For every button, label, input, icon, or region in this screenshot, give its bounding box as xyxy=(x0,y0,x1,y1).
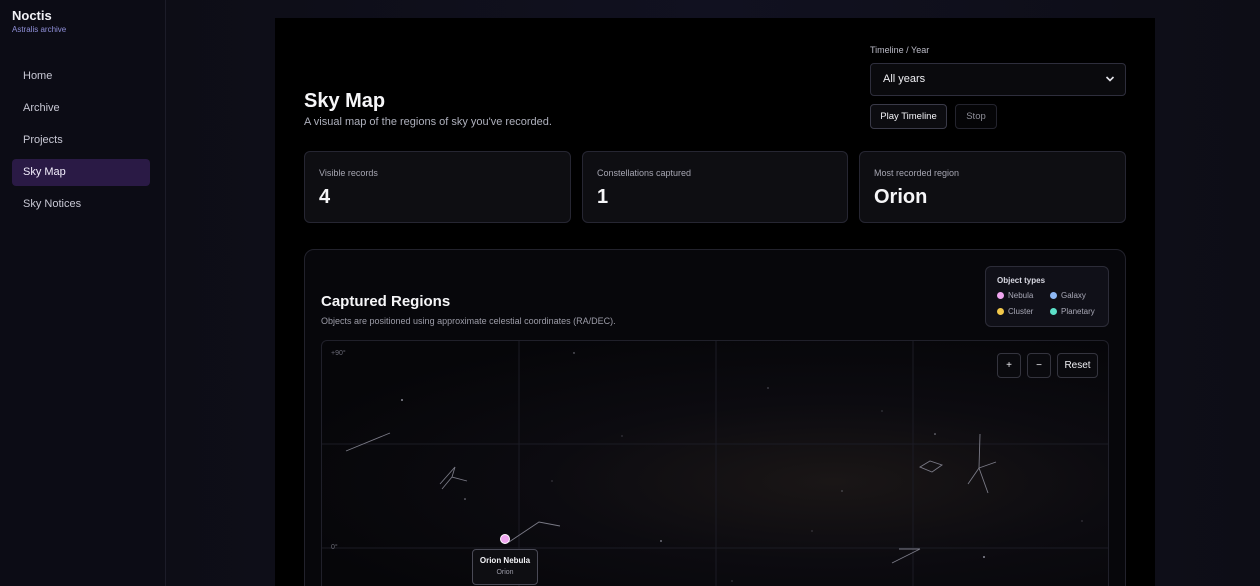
chevron-down-icon xyxy=(1105,64,1115,108)
marker-tooltip: Orion Nebula Orion xyxy=(472,549,538,585)
stat-value: 1 xyxy=(597,186,609,208)
legend-label: Nebula xyxy=(1008,291,1034,300)
legend-label: Galaxy xyxy=(1061,291,1086,300)
reset-view-button[interactable]: Reset xyxy=(1057,353,1098,378)
nav-item-home[interactable]: Home xyxy=(12,63,150,90)
legend-item-planetary: Planetary xyxy=(1050,307,1095,317)
sidebar: Noctis Astralis archive Home Archive Pro… xyxy=(0,0,166,586)
legend-item-galaxy: Galaxy xyxy=(1050,291,1086,301)
play-timeline-button[interactable]: Play Timeline xyxy=(870,104,947,129)
orion-nebula-marker[interactable] xyxy=(500,534,510,544)
stat-card-constellations: Constellations captured 1 xyxy=(582,151,848,223)
sky-map-canvas[interactable]: +90° 0° + − Reset Orion Nebula Orion xyxy=(321,340,1109,586)
nav-item-sky-notices[interactable]: Sky Notices xyxy=(12,191,150,218)
constellation-lines xyxy=(345,432,997,564)
tooltip-region: Orion xyxy=(496,569,514,576)
nav-item-projects[interactable]: Projects xyxy=(12,127,150,154)
cluster-dot-icon xyxy=(997,308,1004,315)
legend-title: Object types xyxy=(997,276,1046,285)
nav-item-archive[interactable]: Archive xyxy=(12,95,150,122)
sky-map-svg xyxy=(322,341,1108,586)
page-subtitle: A visual map of the regions of sky you'v… xyxy=(304,116,552,128)
legend-label: Cluster xyxy=(1008,307,1034,316)
background-stars xyxy=(401,352,1083,582)
legend-item-cluster: Cluster xyxy=(997,307,1033,317)
stat-label: Constellations captured xyxy=(597,168,692,178)
page-title: Sky Map xyxy=(304,90,386,112)
stat-value: Orion xyxy=(874,186,928,208)
zoom-out-button[interactable]: − xyxy=(1027,353,1051,378)
year-select[interactable]: All years xyxy=(870,63,1126,96)
object-types-legend: Object types Nebula Galaxy Cluster Plane… xyxy=(985,266,1109,327)
stat-label: Visible records xyxy=(319,168,378,178)
nebula-dot-icon xyxy=(997,292,1004,299)
nav-item-sky-map[interactable]: Sky Map xyxy=(12,159,150,186)
year-select-value: All years xyxy=(883,73,926,85)
section-subtitle: Objects are positioned using approximate… xyxy=(321,316,616,326)
app-name: Noctis xyxy=(12,8,52,23)
stat-value: 4 xyxy=(319,186,331,208)
axis-label-top: +90° xyxy=(331,350,346,357)
tooltip-object-name: Orion Nebula xyxy=(479,556,531,565)
captured-regions-card: Captured Regions Objects are positioned … xyxy=(304,249,1126,586)
main-content: Sky Map A visual map of the regions of s… xyxy=(275,18,1155,586)
brand: Noctis Astralis archive xyxy=(12,8,66,34)
stop-button[interactable]: Stop xyxy=(955,104,997,129)
galaxy-dot-icon xyxy=(1050,292,1057,299)
zoom-in-button[interactable]: + xyxy=(997,353,1021,378)
stat-card-visible-records: Visible records 4 xyxy=(304,151,571,223)
section-title: Captured Regions xyxy=(321,293,451,310)
timeline-label: Timeline / Year xyxy=(870,45,930,55)
legend-label: Planetary xyxy=(1061,307,1095,316)
stat-card-most-recorded: Most recorded region Orion xyxy=(859,151,1126,223)
legend-item-nebula: Nebula xyxy=(997,291,1033,301)
planetary-dot-icon xyxy=(1050,308,1057,315)
axis-label-equator: 0° xyxy=(331,544,338,551)
stat-label: Most recorded region xyxy=(874,168,960,178)
app-subtitle: Astralis archive xyxy=(12,25,67,34)
